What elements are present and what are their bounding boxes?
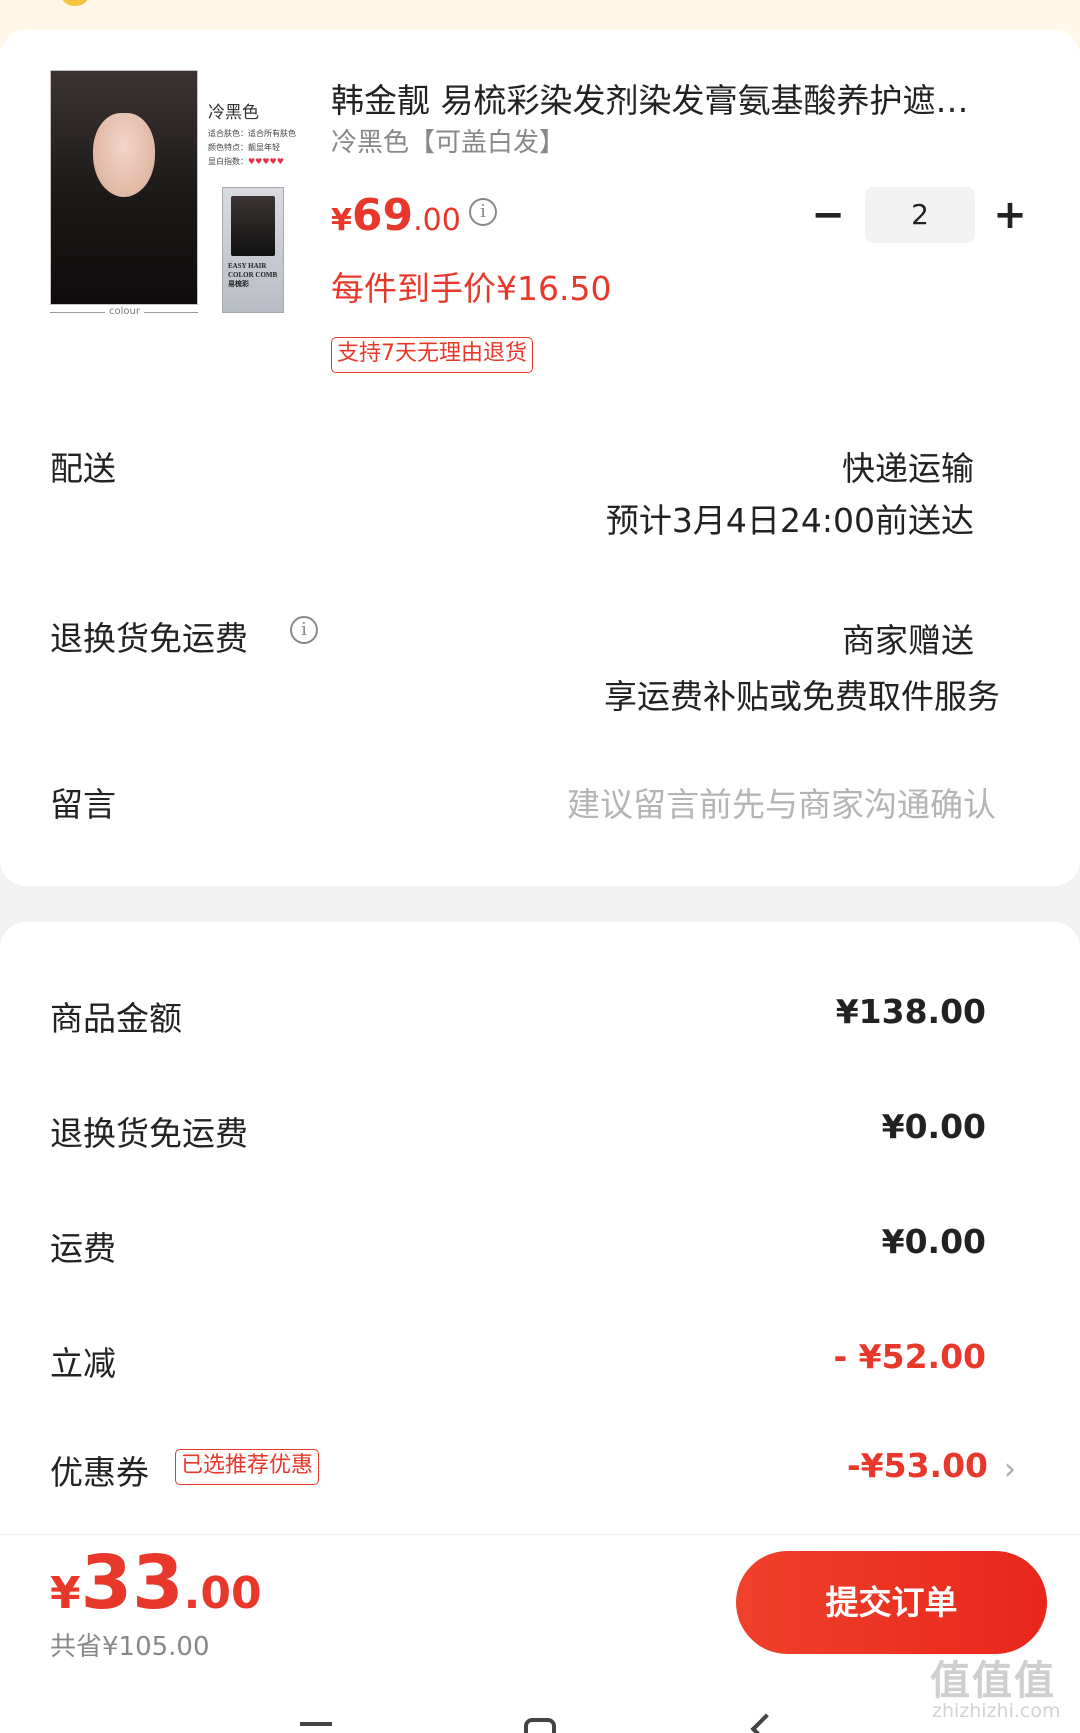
delivery-method[interactable]: 快递运输 xyxy=(842,442,974,490)
thumbnail-caption: colour xyxy=(105,306,144,317)
message-label: 留言 xyxy=(50,785,116,824)
system-navigation-bar xyxy=(0,1672,1080,1733)
hearts-rating: ♥♥♥♥♥ xyxy=(248,157,284,166)
unit-price: ¥ 69 .00 xyxy=(331,190,461,241)
product-box-image: EASY HAIR COLOR COMB 易梳彩 xyxy=(222,187,284,313)
model-photo xyxy=(50,70,198,305)
return-fee-value: ¥0.00 xyxy=(881,1107,986,1146)
return-policy-badge: 支持7天无理由退货 xyxy=(331,337,533,373)
delivery-eta: 预计3月4日24:00前送达 xyxy=(605,501,974,540)
submit-order-button[interactable]: 提交订单 xyxy=(736,1551,1047,1654)
chevron-right-icon[interactable]: › xyxy=(1004,1452,1016,1487)
return-fee-label: 退换货免运费 xyxy=(50,1114,248,1153)
total-price: ¥ 33 .00 xyxy=(50,1540,262,1626)
product-variant: 冷黑色【可盖白发】 xyxy=(331,128,566,158)
thumbnail-spec-line: 显白指数：♥♥♥♥♥ xyxy=(208,157,284,166)
thumbnail-spec-line: 适合肤色：适合所有肤色 xyxy=(208,129,296,138)
coupon-value[interactable]: -¥53.00 xyxy=(847,1446,988,1485)
product-thumbnail[interactable]: colour 冷黑色 适合肤色：适合所有肤色 颜色特点：靓显年轻 显白指数：♥♥… xyxy=(50,70,296,320)
quantity-input[interactable]: 2 xyxy=(865,187,975,243)
goods-amount-label: 商品金额 xyxy=(50,999,182,1038)
coupon-label[interactable]: 优惠券 xyxy=(50,1446,149,1494)
thumbnail-shade-name: 冷黑色 xyxy=(208,103,259,123)
product-title[interactable]: 韩金靓 易梳彩染发剂染发膏氨基酸养护遮… xyxy=(331,74,1031,122)
per-item-price: 每件到手价¥16.50 xyxy=(331,269,612,308)
total-saved: 共省¥105.00 xyxy=(50,1632,210,1662)
shipping-fee-value: ¥0.00 xyxy=(881,1222,986,1261)
delivery-label: 配送 xyxy=(50,449,116,488)
coupon-selected-badge[interactable]: 已选推荐优惠 xyxy=(175,1449,320,1485)
goods-amount-value: ¥138.00 xyxy=(835,992,986,1031)
shipping-fee-label: 运费 xyxy=(50,1229,116,1268)
price-info-icon[interactable]: i xyxy=(469,198,497,226)
quantity-increment-button[interactable]: + xyxy=(990,195,1030,235)
watermark-url: zhizhizhi.com xyxy=(932,1700,1061,1722)
return-shipping-info-icon[interactable]: i xyxy=(290,616,318,644)
model-face xyxy=(93,113,155,197)
message-input[interactable]: 建议留言前先与商家沟通确认 xyxy=(567,778,996,826)
back-icon[interactable] xyxy=(750,1713,782,1733)
return-shipping-desc: 享运费补贴或免费取件服务 xyxy=(604,677,1000,716)
watermark-logo: 值值值 xyxy=(930,1658,1056,1704)
return-shipping-label: 退换货免运费 xyxy=(50,619,248,658)
quantity-decrement-button[interactable]: − xyxy=(808,195,848,235)
home-icon[interactable] xyxy=(524,1718,556,1733)
discount-value: - ¥52.00 xyxy=(833,1337,986,1376)
discount-label: 立减 xyxy=(50,1344,116,1383)
return-shipping-value: 商家赠送 xyxy=(842,621,974,660)
menu-icon[interactable] xyxy=(300,1722,332,1726)
thumbnail-spec-line: 颜色特点：靓显年轻 xyxy=(208,143,280,152)
box-label: EASY HAIR COLOR COMB 易梳彩 xyxy=(228,262,278,288)
banner-icon xyxy=(62,0,88,6)
